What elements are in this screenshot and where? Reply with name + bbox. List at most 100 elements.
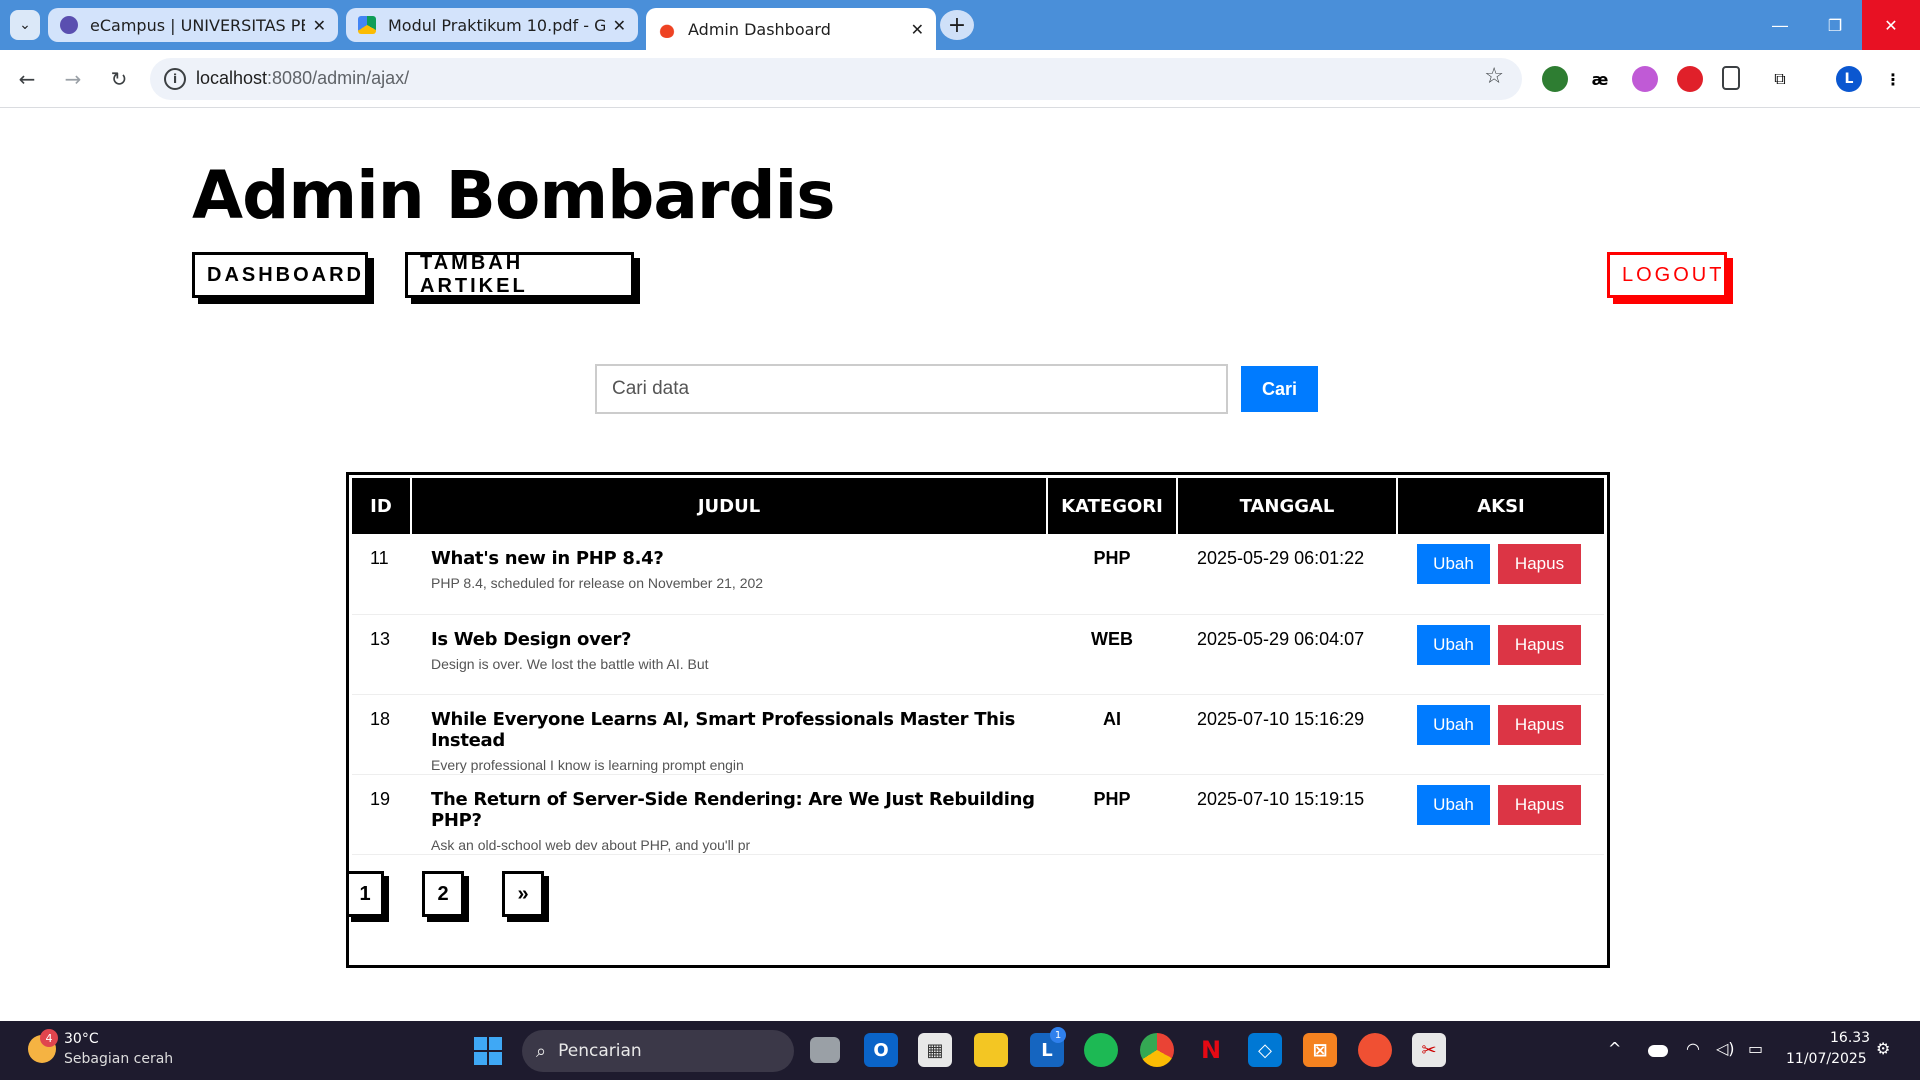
extension-globe-icon[interactable] bbox=[1542, 66, 1568, 92]
close-tab-icon[interactable]: ✕ bbox=[313, 16, 326, 35]
app-notification-badge: 1 bbox=[1050, 1027, 1066, 1043]
delete-button[interactable]: Hapus bbox=[1498, 624, 1581, 665]
close-window-icon[interactable]: ✕ bbox=[1862, 0, 1920, 50]
cell-judul: While Everyone Learns AI, Smart Professi… bbox=[411, 694, 1047, 775]
header-aksi: AKSI bbox=[1396, 478, 1604, 534]
new-tab-button[interactable]: + bbox=[940, 10, 974, 40]
codeigniter-flame-icon bbox=[658, 20, 676, 38]
cell-judul: The Return of Server-Side Rendering: Are… bbox=[411, 774, 1047, 855]
task-view-icon[interactable] bbox=[810, 1037, 840, 1063]
site-info-icon[interactable]: i bbox=[164, 68, 186, 90]
cell-kategori: PHP bbox=[1047, 534, 1177, 615]
page-title: Admin Bombardis bbox=[192, 157, 836, 234]
ecampus-icon bbox=[60, 16, 78, 34]
clock-time[interactable]: 16.33 bbox=[1830, 1030, 1870, 1046]
article-title: The Return of Server-Side Rendering: Are… bbox=[431, 788, 1035, 831]
minimize-icon[interactable]: ― bbox=[1750, 0, 1810, 50]
taskbar-search-box[interactable]: ⌕ Pencarian bbox=[522, 1030, 794, 1072]
restore-icon[interactable]: ❐ bbox=[1805, 0, 1865, 50]
close-tab-icon[interactable]: ✕ bbox=[911, 20, 924, 39]
url-text[interactable]: localhost:8080/admin/ajax/ bbox=[196, 68, 409, 89]
spotify-icon[interactable] bbox=[1084, 1033, 1118, 1067]
extension-clipboard-icon[interactable] bbox=[1722, 66, 1740, 90]
onedrive-cloud-icon[interactable] bbox=[1648, 1045, 1668, 1057]
vscode-icon[interactable]: ◇ bbox=[1248, 1033, 1282, 1067]
snipping-tool-icon[interactable]: ✂ bbox=[1412, 1033, 1446, 1067]
header-kategori: KATEGORI bbox=[1046, 478, 1177, 534]
extension-opera-icon[interactable] bbox=[1677, 66, 1703, 92]
netflix-icon[interactable]: N bbox=[1194, 1033, 1228, 1067]
nav-tambah-artikel-button[interactable]: TAMBAH ARTIKEL bbox=[405, 252, 634, 298]
tab-modul-pdf[interactable]: Modul Praktikum 10.pdf - Goog ✕ bbox=[346, 8, 638, 42]
wifi-icon[interactable]: ◠ bbox=[1686, 1039, 1700, 1058]
cell-id: 19 bbox=[352, 774, 411, 855]
xampp-icon[interactable]: ⊠ bbox=[1303, 1033, 1337, 1067]
browser-menu-icon[interactable]: ⋮ bbox=[1880, 66, 1906, 92]
cell-kategori: AI bbox=[1047, 694, 1177, 775]
windows-taskbar: 4 30°C Sebagian cerah ⌕ Pencarian O ▦ L … bbox=[0, 1021, 1920, 1080]
windows-start-icon[interactable] bbox=[474, 1037, 502, 1065]
weather-temperature[interactable]: 30°C bbox=[64, 1031, 99, 1047]
edit-button[interactable]: Ubah bbox=[1417, 544, 1490, 584]
reload-icon[interactable]: ↻ bbox=[104, 64, 134, 94]
edit-button[interactable]: Ubah bbox=[1417, 704, 1490, 745]
back-arrow-icon[interactable]: ← bbox=[12, 64, 42, 94]
weather-description[interactable]: Sebagian cerah bbox=[64, 1051, 173, 1067]
tab-admin-dashboard[interactable]: Admin Dashboard ✕ bbox=[646, 8, 936, 50]
cell-tanggal: 2025-05-29 06:04:07 bbox=[1177, 614, 1397, 695]
taskbar-search-label: Pencarian bbox=[558, 1041, 642, 1061]
edit-button[interactable]: Ubah bbox=[1417, 784, 1490, 825]
outlook-icon[interactable]: O bbox=[864, 1033, 898, 1067]
extensions-puzzle-icon[interactable]: ⧉ bbox=[1767, 66, 1793, 92]
delete-button[interactable]: Hapus bbox=[1498, 784, 1581, 825]
edit-button[interactable]: Ubah bbox=[1417, 624, 1490, 665]
cell-aksi: Ubah Hapus bbox=[1397, 694, 1604, 775]
tab-ecampus[interactable]: eCampus | UNIVERSITAS PELITA ✕ bbox=[48, 8, 338, 42]
cell-aksi: Ubah Hapus bbox=[1397, 534, 1604, 615]
weather-badge: 4 bbox=[40, 1029, 58, 1047]
table-row: 13 Is Web Design over? Design is over. W… bbox=[352, 614, 1604, 695]
search-button[interactable]: Cari bbox=[1241, 366, 1318, 412]
close-tab-icon[interactable]: ✕ bbox=[613, 16, 626, 35]
browser-toolbar: ← → ↻ i localhost:8080/admin/ajax/ ☆ æ ⧉… bbox=[0, 50, 1920, 108]
tab-title: Modul Praktikum 10.pdf - Goog bbox=[388, 15, 605, 35]
tab-title: Admin Dashboard bbox=[688, 19, 831, 39]
extension-ae-icon[interactable]: æ bbox=[1587, 66, 1613, 92]
battery-icon[interactable]: ▭ bbox=[1748, 1039, 1763, 1058]
logout-button[interactable]: LOGOUT bbox=[1607, 252, 1727, 298]
cell-kategori: PHP bbox=[1047, 774, 1177, 855]
tab-search-chevron-icon[interactable]: ⌄ bbox=[10, 10, 40, 40]
nav-dashboard-button[interactable]: DASHBOARD bbox=[192, 252, 368, 298]
article-title: Is Web Design over? bbox=[431, 628, 632, 650]
show-hidden-icons-chevron[interactable]: ^ bbox=[1608, 1039, 1621, 1058]
delete-button[interactable]: Hapus bbox=[1498, 544, 1581, 584]
microsoft-store-icon[interactable]: ▦ bbox=[918, 1033, 952, 1067]
clock-date[interactable]: 11/07/2025 bbox=[1786, 1051, 1867, 1067]
pagination-page-2[interactable]: 2 bbox=[422, 871, 464, 917]
cell-judul: Is Web Design over? Design is over. We l… bbox=[411, 614, 1047, 695]
forward-arrow-icon[interactable]: → bbox=[58, 64, 88, 94]
pagination-page-1[interactable]: 1 bbox=[346, 871, 384, 917]
bookmark-star-icon[interactable]: ☆ bbox=[1484, 64, 1504, 89]
extension-brain-icon[interactable] bbox=[1632, 66, 1658, 92]
article-excerpt: Ask an old-school web dev about PHP, and… bbox=[431, 836, 751, 853]
volume-icon[interactable]: ◁) bbox=[1716, 1039, 1735, 1058]
profile-avatar[interactable]: L bbox=[1836, 66, 1862, 92]
url-path: :8080/admin/ajax/ bbox=[267, 68, 410, 88]
chrome-icon[interactable] bbox=[1140, 1033, 1174, 1067]
articles-table: ID JUDUL KATEGORI TANGGAL AKSI 11 What's… bbox=[352, 478, 1604, 855]
address-bar[interactable]: i localhost:8080/admin/ajax/ ☆ bbox=[150, 58, 1522, 100]
delete-button[interactable]: Hapus bbox=[1498, 704, 1581, 745]
pagination-next[interactable]: » bbox=[502, 871, 544, 917]
cell-id: 13 bbox=[352, 614, 411, 695]
file-explorer-icon[interactable] bbox=[974, 1033, 1008, 1067]
table-row: 18 While Everyone Learns AI, Smart Profe… bbox=[352, 694, 1604, 775]
cell-kategori: WEB bbox=[1047, 614, 1177, 695]
header-judul: JUDUL bbox=[410, 478, 1047, 534]
article-excerpt: PHP 8.4, scheduled for release on Novemb… bbox=[431, 575, 764, 591]
notification-center-icon[interactable]: ⚙ bbox=[1876, 1039, 1890, 1058]
git-icon[interactable] bbox=[1358, 1033, 1392, 1067]
tab-title: eCampus | UNIVERSITAS PELITA bbox=[90, 15, 305, 35]
search-input[interactable]: Cari data bbox=[595, 364, 1228, 414]
google-drive-icon bbox=[358, 16, 376, 34]
